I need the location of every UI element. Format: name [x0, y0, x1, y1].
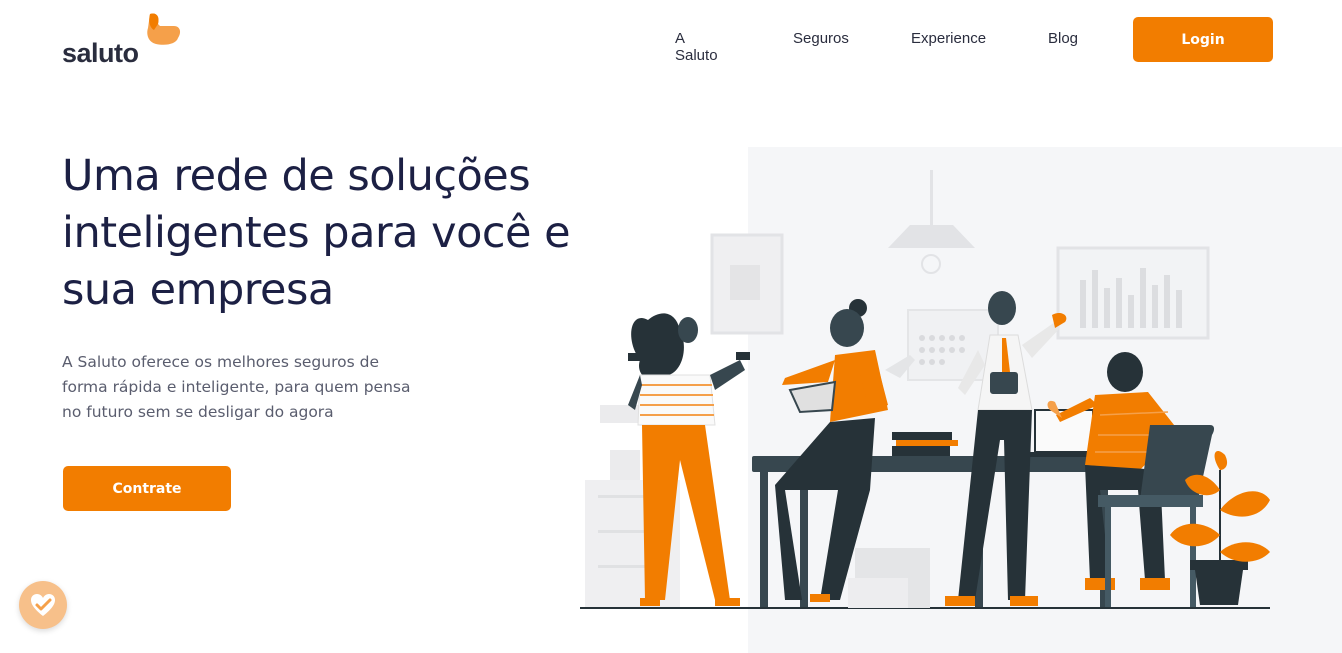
ceiling-lamp [888, 170, 975, 274]
saluto-logo[interactable]: saluto [62, 12, 182, 68]
login-button[interactable]: Login [1133, 17, 1273, 62]
nav-link-a-saluto[interactable]: A Saluto [675, 30, 718, 64]
hero-description: A Saluto oferece os melhores seguros de … [62, 353, 411, 421]
hero-title: Uma rede de soluções inteligentes para v… [62, 151, 571, 315]
contrate-button[interactable]: Contrate [63, 466, 231, 511]
book-stack [892, 432, 958, 456]
logo-text: saluto [62, 38, 139, 68]
wall-chart-board [1056, 246, 1210, 340]
logo-mark-icon [147, 13, 181, 45]
team-meeting-illustration [580, 170, 1270, 609]
wall-frame [710, 233, 784, 335]
nav-link-seguros[interactable]: Seguros [793, 30, 849, 47]
floating-badge[interactable] [19, 581, 67, 629]
nav-link-experience[interactable]: Experience [911, 30, 986, 47]
person-woman-striped [628, 313, 750, 606]
storage-boxes [848, 548, 930, 608]
check-heart-icon [31, 594, 55, 616]
nav-link-blog[interactable]: Blog [1048, 30, 1078, 47]
